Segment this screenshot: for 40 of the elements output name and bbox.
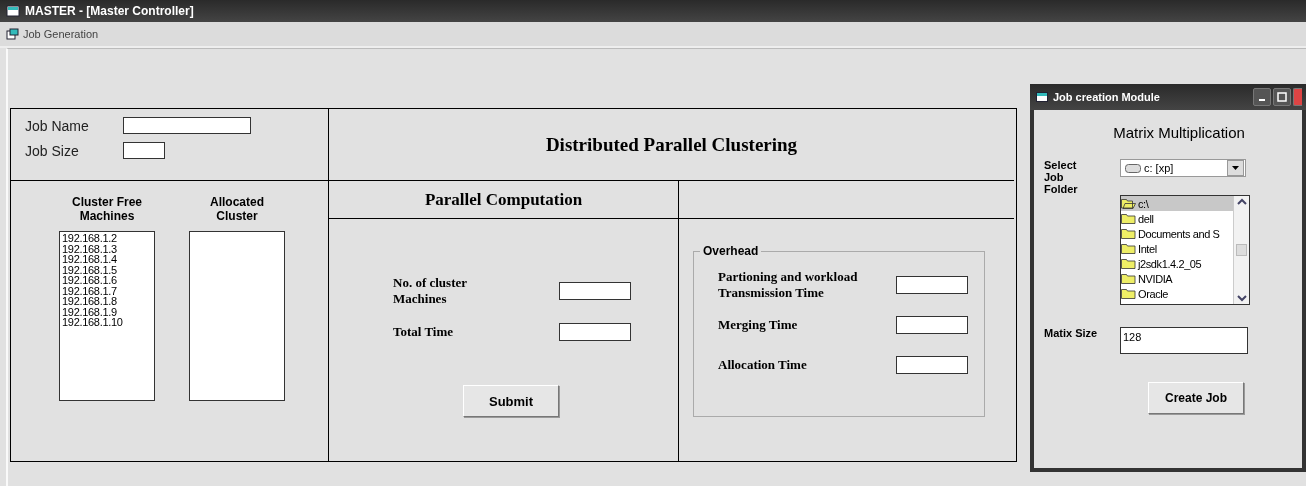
folder-item[interactable]: Intel [1121, 241, 1233, 256]
folder-item[interactable]: c:\ [1121, 196, 1233, 211]
folder-item[interactable]: dell [1121, 211, 1233, 226]
list-item[interactable]: 192.168.1.8 [62, 296, 152, 307]
field-label: Job Size [25, 142, 80, 159]
list-item[interactable]: 192.168.1.9 [62, 306, 152, 317]
list-item[interactable]: 192.168.1.3 [62, 243, 152, 254]
dialog-title: Job creation Module [1053, 91, 1160, 103]
machines-list[interactable]: 192.168.1.2 192.168.1.3 192.168.1.4 192.168.1.5 192.168.1.6 192.168.1.7 192.168.1.8 192.168.1.9 192.168.1.10 [59, 231, 155, 401]
field-label: Select Job Folder [1044, 159, 1079, 197]
section-heading: Parallel Computation [424, 189, 583, 210]
list-item[interactable]: 192.168.1.6 [62, 275, 152, 286]
folder-item[interactable]: Documents and S [1121, 226, 1233, 241]
field-label: Total Time [393, 324, 455, 340]
folder-item[interactable]: j2sdk1.4.2_05 [1121, 256, 1233, 271]
field-label: Job Name [25, 117, 90, 134]
group-legend: Overhead [700, 244, 762, 258]
field-label: Allocation Time [718, 357, 808, 373]
folder-item[interactable]: Oracle [1121, 286, 1233, 301]
menu-item[interactable]: Job Generation [6, 28, 99, 40]
drive-dropdown[interactable]: c: [xp] [1120, 159, 1246, 177]
create-job-button[interactable]: Create Job [1148, 382, 1244, 414]
dialog-heading: Matrix Multiplication [1112, 124, 1246, 141]
list-heading: Allocated Cluster [209, 195, 265, 223]
folder-item[interactable]: NVIDIA [1121, 271, 1233, 286]
list-item[interactable]: 192.168.1.2 [62, 233, 152, 244]
folder-list[interactable]: c:\ dell Documents and S Intel j2sdk1.4.2_05 NVIDIA Oracle [1120, 195, 1250, 305]
list-heading: Cluster Free Machines [71, 195, 143, 223]
field-label: Partioning and workload Transmission Time [718, 269, 859, 301]
field-label: No. of cluster Machines [393, 275, 468, 307]
list-item[interactable]: 192.168.1.5 [62, 264, 152, 275]
list-item[interactable]: 192.168.1.7 [62, 285, 152, 296]
field-label: Merging Time [718, 317, 799, 333]
main-heading: Distributed Parallel Clustering [545, 133, 798, 156]
window-title: MASTER - [Master Controller] [25, 4, 194, 18]
list-item[interactable]: 192.168.1.10 [62, 317, 152, 328]
submit-button[interactable]: Submit [463, 385, 559, 417]
list-item[interactable]: 192.168.1.4 [62, 254, 152, 265]
matrix-size-field[interactable]: 128 [1120, 327, 1248, 354]
field-label: Matix Size [1044, 327, 1099, 341]
